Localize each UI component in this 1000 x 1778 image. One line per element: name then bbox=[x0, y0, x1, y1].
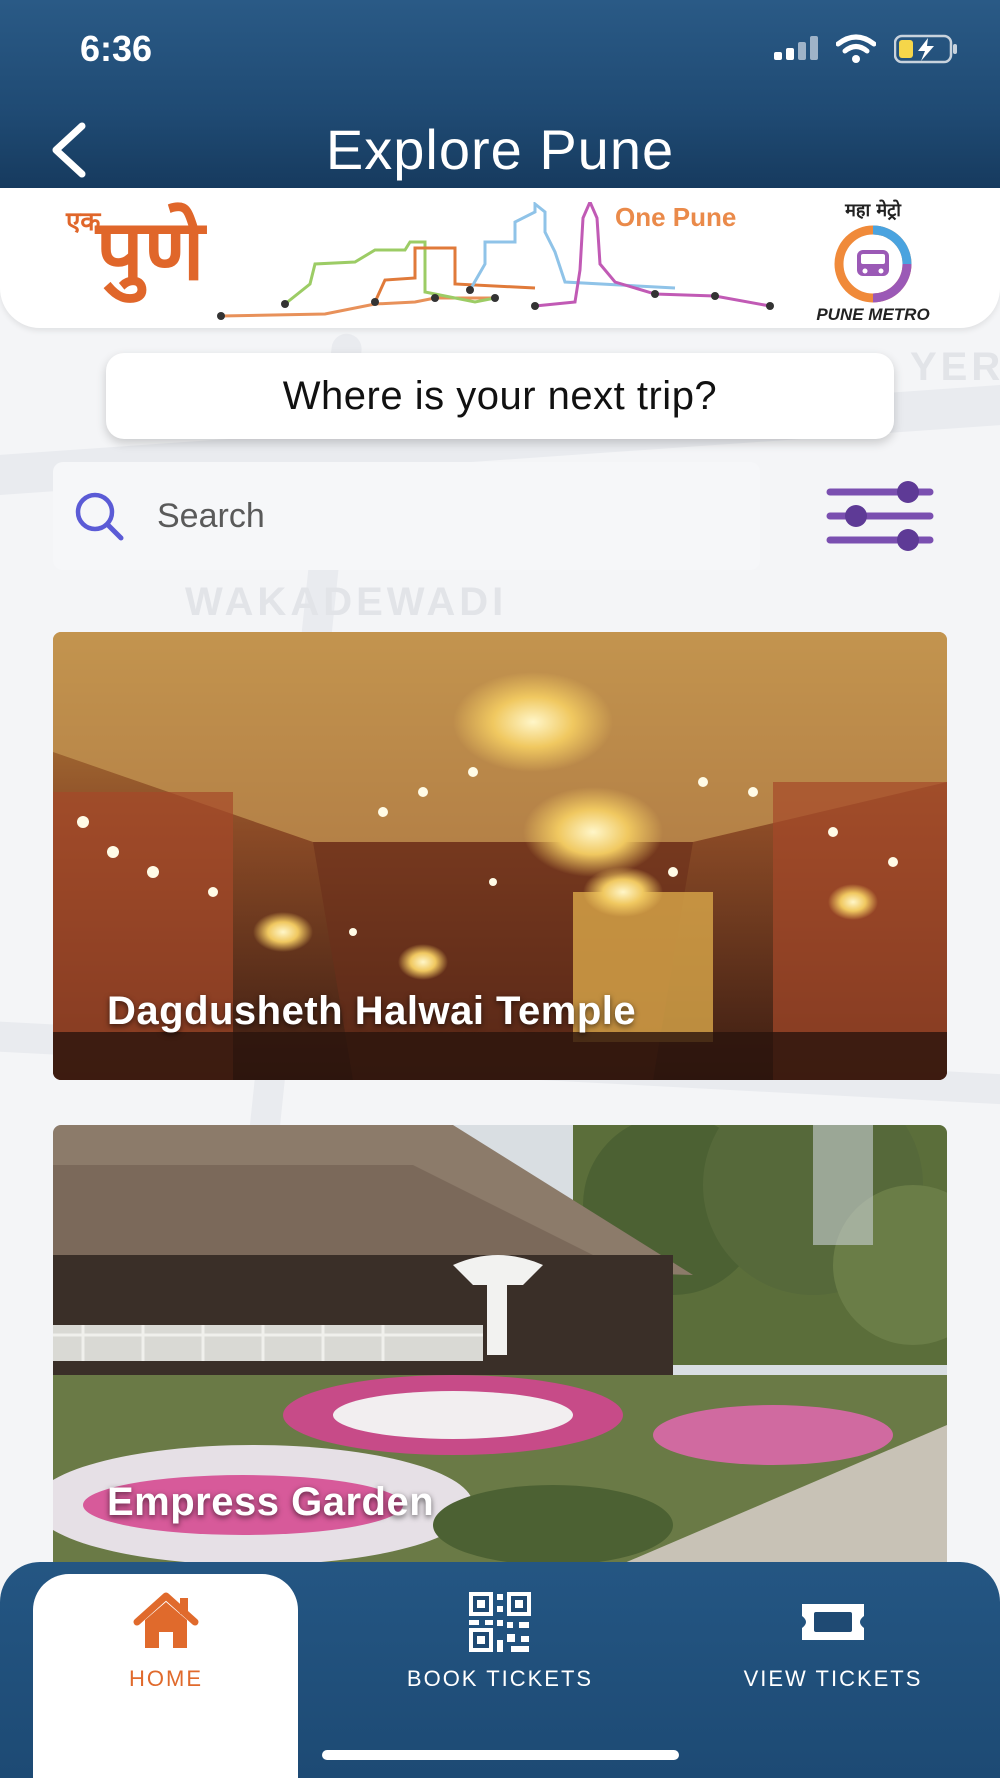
search-input[interactable] bbox=[157, 496, 717, 536]
one-pune-banner: एक पुणे One Pune महा मेट्रो PUNE METRO bbox=[0, 188, 1000, 328]
card-title: Dagdusheth Halwai Temple bbox=[107, 989, 637, 1033]
battery-icon bbox=[894, 34, 957, 64]
attraction-card[interactable]: Dagdusheth Halwai Temple bbox=[53, 632, 947, 1080]
search-bar[interactable] bbox=[53, 462, 760, 570]
pune-metro-logo: महा मेट्रो PUNE METRO bbox=[808, 198, 938, 324]
qr-code-icon bbox=[469, 1592, 531, 1652]
pune-metro-text: PUNE METRO bbox=[816, 305, 930, 324]
page-title: Explore Pune bbox=[325, 118, 675, 181]
tab-view-tickets[interactable]: VIEW TICKETS bbox=[683, 1590, 983, 1700]
tab-view-tickets-label: VIEW TICKETS bbox=[743, 1666, 923, 1691]
wifi-icon bbox=[836, 34, 876, 63]
home-icon bbox=[133, 1592, 199, 1648]
one-pune-label: One Pune bbox=[615, 202, 737, 232]
app-header: 6:36 Explore Pune bbox=[0, 0, 1000, 190]
status-icons bbox=[774, 34, 960, 64]
attraction-card[interactable]: Empress Garden bbox=[53, 1125, 947, 1585]
maha-metro-text: महा मेट्रो bbox=[845, 200, 901, 221]
home-indicator bbox=[322, 1750, 679, 1760]
filter-sliders-icon[interactable] bbox=[826, 478, 936, 558]
card-title: Empress Garden bbox=[107, 1480, 435, 1524]
tab-home[interactable]: HOME bbox=[16, 1590, 316, 1700]
tab-home-label: HOME bbox=[129, 1666, 203, 1691]
tab-book-tickets[interactable]: BOOK TICKETS bbox=[350, 1590, 650, 1700]
status-time: 6:36 bbox=[80, 28, 153, 69]
search-icon bbox=[75, 492, 124, 541]
pune-logo-text: पुणे bbox=[96, 201, 205, 299]
metro-train-logo-icon bbox=[834, 225, 912, 303]
tab-book-tickets-label: BOOK TICKETS bbox=[406, 1666, 594, 1691]
next-trip-prompt: Where is your next trip? bbox=[106, 353, 894, 439]
signal-icon bbox=[774, 36, 818, 60]
ticket-icon bbox=[802, 1604, 864, 1640]
